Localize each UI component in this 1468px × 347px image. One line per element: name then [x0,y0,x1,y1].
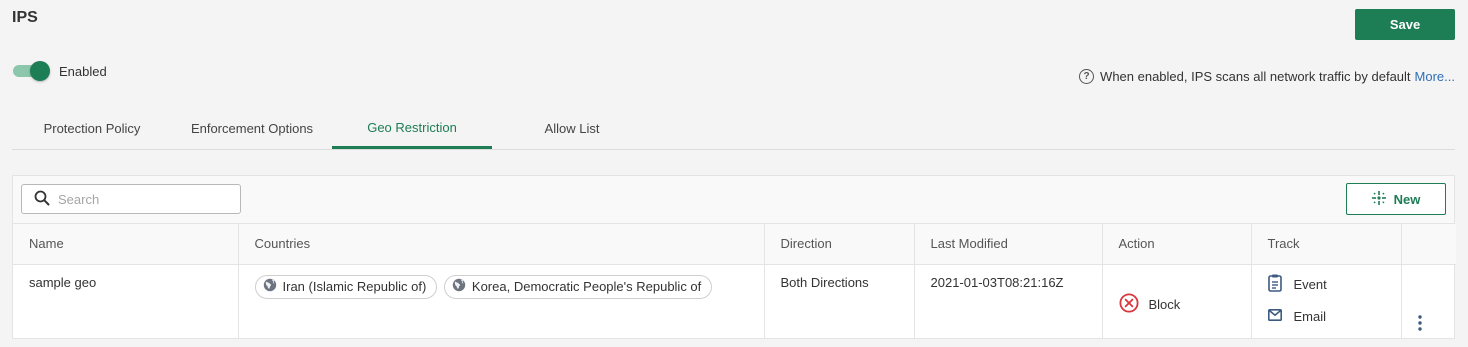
column-header-countries[interactable]: Countries [238,224,765,265]
column-header-direction[interactable]: Direction [764,224,915,265]
track-event-label: Event [1293,277,1327,292]
clipboard-icon [1267,274,1294,295]
globe-icon [263,278,283,295]
country-chip: Korea, Democratic People's Republic of [443,274,713,299]
search-icon [34,190,50,209]
enabled-toggle[interactable] [12,61,50,81]
cell-row-menu [1401,264,1456,339]
table-header-row: Name Countries Direction Last Modified A… [13,224,1456,265]
cell-last-modified: 2021-01-03T08:21:16Z [914,264,1103,339]
help-text: When enabled, IPS scans all network traf… [1100,69,1411,84]
tab-allow-list[interactable]: Allow List [492,108,652,149]
country-chip: Iran (Islamic Republic of) [254,274,438,299]
globe-icon [452,278,472,295]
sparkle-icon [1371,190,1394,208]
toggle-knob [30,61,50,81]
tab-protection-policy[interactable]: Protection Policy [12,108,172,149]
table-toolbar: New [13,176,1454,224]
toggle-label: Enabled [59,63,107,79]
search-box[interactable] [21,184,241,214]
kebab-menu-icon[interactable] [1417,314,1438,334]
envelope-icon [1267,309,1294,324]
column-header-track[interactable]: Track [1251,224,1402,265]
track-email: Email [1267,307,1401,327]
tab-geo-restriction[interactable]: Geo Restriction [332,108,492,149]
geo-rules-table: Name Countries Direction Last Modified A… [13,224,1456,339]
save-button[interactable]: Save [1355,9,1455,40]
column-header-action[interactable]: Action [1102,224,1252,265]
table-row[interactable]: sample geo Iran (Islamic Republic of) Ko… [13,264,1456,339]
new-button-label: New [1393,191,1421,207]
country-chip-label: Korea, Democratic People's Republic of [471,279,702,294]
track-email-label: Email [1293,309,1327,324]
more-link[interactable]: More... [1415,69,1455,84]
column-header-menu [1401,224,1456,265]
column-header-last-modified[interactable]: Last Modified [914,224,1103,265]
cell-action: Block [1102,264,1252,339]
action-block: Block [1118,292,1251,316]
column-header-name[interactable]: Name [13,224,239,265]
geo-restriction-panel: New Name Countries Direction Last Modifi… [12,175,1456,339]
track-event: Event [1267,274,1401,295]
tab-enforcement-options[interactable]: Enforcement Options [172,108,332,149]
cell-countries: Iran (Islamic Republic of) Korea, Democr… [238,264,765,339]
enabled-toggle-group: Enabled [12,61,107,81]
search-input[interactable] [58,191,228,207]
cell-track: Event Email [1251,264,1402,339]
question-circle-icon: ? [1079,69,1095,84]
x-circle-icon [1118,292,1149,316]
country-chip-label: Iran (Islamic Republic of) [282,279,427,294]
help-line: ? When enabled, IPS scans all network tr… [1079,69,1455,84]
tab-bar: Protection Policy Enforcement Options Ge… [12,108,1455,150]
cell-name: sample geo [13,264,239,339]
cell-direction: Both Directions [764,264,915,339]
action-label: Block [1148,296,1181,312]
new-button[interactable]: New [1346,183,1446,215]
page-title: IPS [12,9,38,26]
